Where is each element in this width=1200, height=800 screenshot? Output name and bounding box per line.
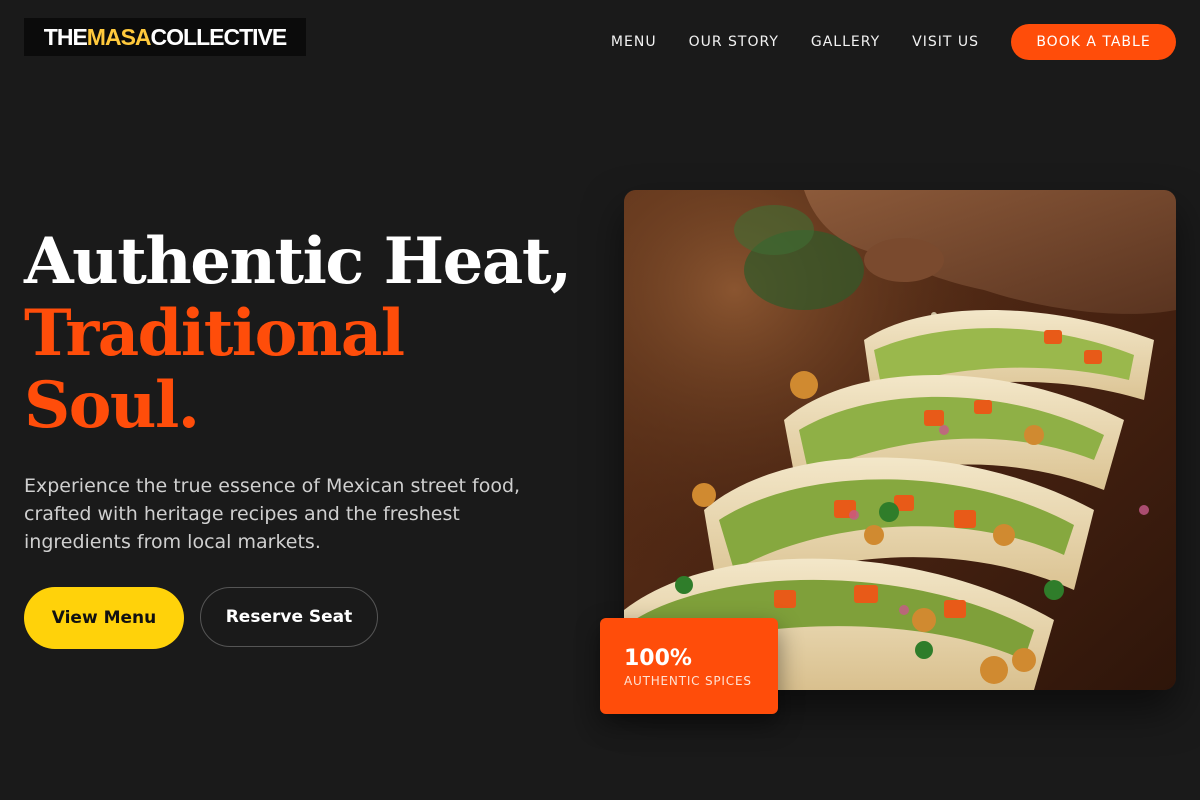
hero-headline: Authentic Heat, Traditional Soul. [24, 224, 572, 443]
headline-line-1: Authentic Heat, [24, 224, 572, 299]
logo-text-the: THE [43, 23, 88, 50]
authentic-spices-badge: 100% AUTHENTIC SPICES [600, 618, 778, 714]
tacos-photo-icon [624, 190, 1176, 690]
hero-subtext: Experience the true essence of Mexican s… [24, 475, 521, 553]
nav-link-visit-us[interactable]: VISIT US [912, 34, 979, 50]
logo-text-masa: MASA [86, 23, 152, 50]
headline-line-3: Soul. [24, 368, 200, 443]
nav-link-gallery[interactable]: GALLERY [811, 34, 880, 50]
reserve-seat-button[interactable]: Reserve Seat [200, 587, 378, 647]
headline-line-2: Traditional [24, 296, 405, 371]
badge-label: AUTHENTIC SPICES [624, 674, 752, 688]
brand-logo[interactable]: THE MASA COLLECTIVE [24, 18, 306, 56]
nav-link-our-story[interactable]: OUR STORY [689, 34, 779, 50]
book-a-table-button[interactable]: BOOK A TABLE [1011, 24, 1176, 60]
badge-value: 100% [624, 646, 692, 671]
view-menu-button[interactable]: View Menu [24, 587, 184, 649]
tacos-photo-image [624, 190, 1176, 690]
nav-link-menu[interactable]: MENU [611, 34, 657, 50]
main-nav: MENU OUR STORY GALLERY VISIT US BOOK A T… [611, 24, 1176, 60]
logo-text-collective: COLLECTIVE [150, 23, 288, 50]
